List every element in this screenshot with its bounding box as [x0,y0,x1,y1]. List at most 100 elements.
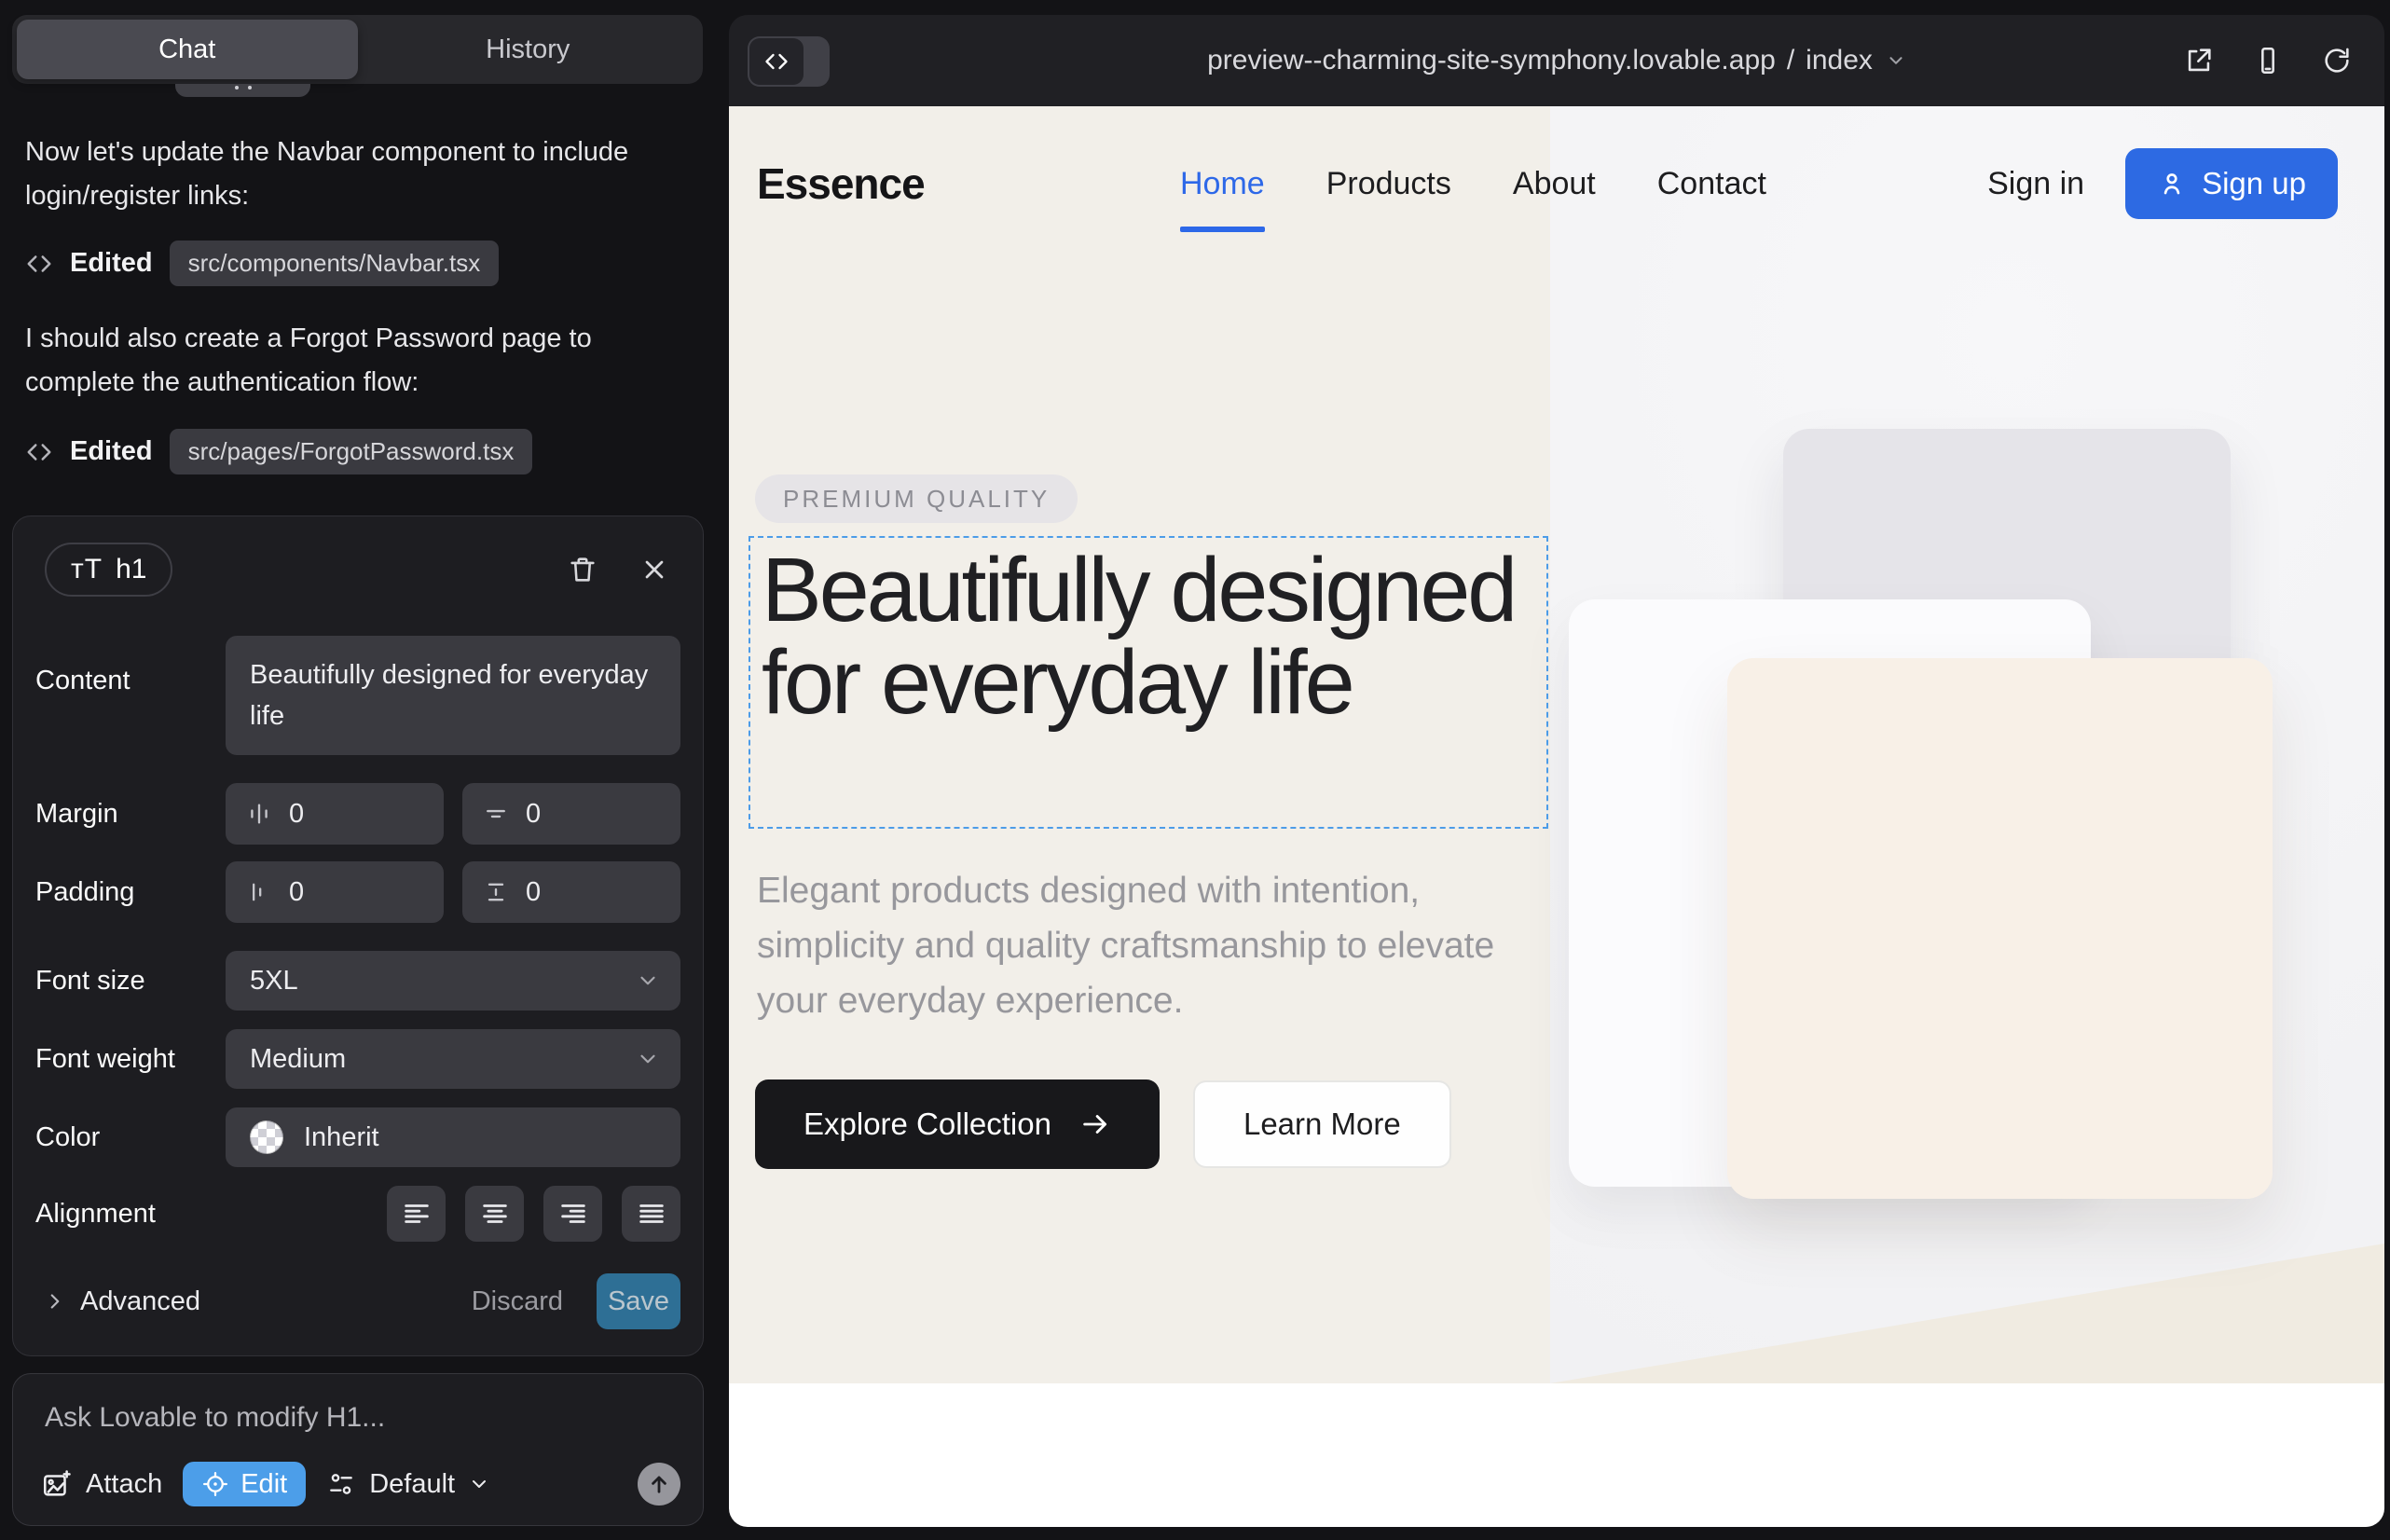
chevron-down-icon [636,1047,660,1071]
edited-file-row: Edited src/components/Navbar.tsx [25,241,499,286]
hero-description: Elegant products designed with intention… [757,863,1521,1028]
advanced-toggle[interactable]: Advanced [43,1286,200,1317]
font-size-label: Font size [35,966,226,997]
content-input[interactable]: Beautifully designed for everyday life [226,636,680,755]
chat-message: Now let's update the Navbar component to… [25,131,687,218]
crosshair-icon [201,1470,229,1498]
edit-mode-button[interactable]: Edit [183,1462,306,1506]
url-bar[interactable]: preview--charming-site-symphony.lovable.… [1207,45,1906,76]
refresh-button[interactable] [2321,45,2353,76]
preview-host: preview--charming-site-symphony.lovable.… [1207,45,1776,76]
mode-select[interactable]: Default [326,1469,490,1500]
file-chip[interactable]: src/pages/ForgotPassword.tsx [170,429,533,474]
delete-element-button[interactable] [563,550,602,589]
type-icon: ᴛT [71,554,103,585]
selected-element-tag: ᴛT h1 [45,543,172,597]
hero-section: Essence Home Products About Contact Sign… [729,106,2384,1383]
alignment-label: Alignment [35,1199,226,1230]
tab-chat[interactable]: Chat [17,20,358,79]
align-left-button[interactable] [387,1186,446,1242]
file-chip[interactable]: src/components/Navbar.tsx [170,241,500,286]
margin-x-input[interactable]: 0 [226,783,444,845]
explore-collection-button[interactable]: Explore Collection [755,1079,1160,1169]
open-in-new-tab-button[interactable] [2183,45,2215,76]
user-icon [2157,169,2187,199]
tag-name: h1 [116,554,146,585]
site-logo[interactable]: Essence [757,106,925,261]
content-label: Content [35,636,226,696]
tab-history[interactable]: History [358,20,699,79]
site-canvas: Essence Home Products About Contact Sign… [729,106,2384,1527]
builder-panel: Chat History Now let's update the Navbar… [0,0,725,1540]
attach-label: Attach [86,1469,162,1500]
color-label: Color [35,1122,226,1153]
site-navbar: Essence Home Products About Contact Sign… [729,106,2384,261]
color-value: Inherit [304,1122,660,1153]
element-editor-panel: ᴛT h1 Content Beautifully designed for e… [12,516,704,1356]
decorative-card-cream [1727,658,2273,1199]
margin-y-value: 0 [526,799,541,830]
close-editor-button[interactable] [636,551,673,588]
prompt-input[interactable]: Ask Lovable to modify H1... [45,1402,385,1434]
sign-up-label: Sign up [2202,166,2306,201]
preview-toolbar: preview--charming-site-symphony.lovable.… [729,15,2384,106]
image-plus-icon [41,1468,73,1500]
color-select[interactable]: Inherit [226,1107,680,1167]
save-button[interactable]: Save [597,1273,680,1329]
padding-horizontal-icon [246,879,272,905]
nav-link-about[interactable]: About [1513,166,1596,202]
decorative-wedge [1550,1244,2384,1383]
send-button[interactable] [638,1463,680,1506]
sign-in-link[interactable]: Sign in [1987,166,2084,202]
margin-horizontal-icon [246,801,272,827]
premium-badge: PREMIUM QUALITY [755,474,1078,523]
arrow-right-icon [1079,1108,1111,1140]
hero-heading[interactable]: Beautifully designed for everyday life [762,543,1535,728]
prompt-composer: Ask Lovable to modify H1... Attach Edit … [12,1373,704,1526]
advanced-label: Advanced [80,1286,200,1317]
chevron-down-icon [1886,50,1906,71]
code-view-toggle[interactable] [748,36,830,87]
margin-x-value: 0 [289,799,304,830]
font-weight-value: Medium [250,1044,636,1075]
chevron-down-icon [468,1473,490,1495]
code-icon [25,250,53,278]
learn-more-button[interactable]: Learn More [1193,1080,1451,1168]
truncated-chip [175,84,310,97]
sliders-icon [326,1469,356,1499]
chevron-down-icon [636,969,660,993]
preview-page: index [1806,45,1873,76]
mobile-view-button[interactable] [2252,45,2284,76]
path-separator: / [1787,45,1794,76]
padding-y-input[interactable]: 0 [462,861,680,923]
edited-label: Edited [70,436,153,467]
discard-button[interactable]: Discard [472,1286,563,1317]
font-weight-label: Font weight [35,1044,226,1075]
margin-y-input[interactable]: 0 [462,783,680,845]
chevron-right-icon [43,1289,67,1313]
mode-label: Default [369,1469,455,1500]
margin-label: Margin [35,799,226,830]
margin-vertical-icon [483,801,509,827]
attach-button[interactable]: Attach [41,1468,162,1500]
edited-label: Edited [70,248,153,279]
font-weight-select[interactable]: Medium [226,1029,680,1089]
edited-file-row: Edited src/pages/ForgotPassword.tsx [25,429,532,474]
edit-mode-label: Edit [240,1469,287,1500]
nav-link-home[interactable]: Home [1180,166,1265,202]
chat-message: I should also create a Forgot Password p… [25,317,687,405]
selection-outline: Beautifully designed for everyday life [749,536,1548,829]
padding-label: Padding [35,877,226,908]
align-justify-button[interactable] [622,1186,680,1242]
nav-link-products[interactable]: Products [1326,166,1451,202]
nav-link-contact[interactable]: Contact [1657,166,1766,202]
padding-x-input[interactable]: 0 [226,861,444,923]
align-center-button[interactable] [465,1186,524,1242]
sign-up-button[interactable]: Sign up [2125,148,2338,219]
align-right-button[interactable] [543,1186,602,1242]
cta-primary-label: Explore Collection [804,1107,1051,1142]
chat-history-tabs: Chat History [12,15,703,84]
font-size-select[interactable]: 5XL [226,951,680,1011]
preview-window: preview--charming-site-symphony.lovable.… [729,15,2384,1527]
padding-vertical-icon [483,879,509,905]
